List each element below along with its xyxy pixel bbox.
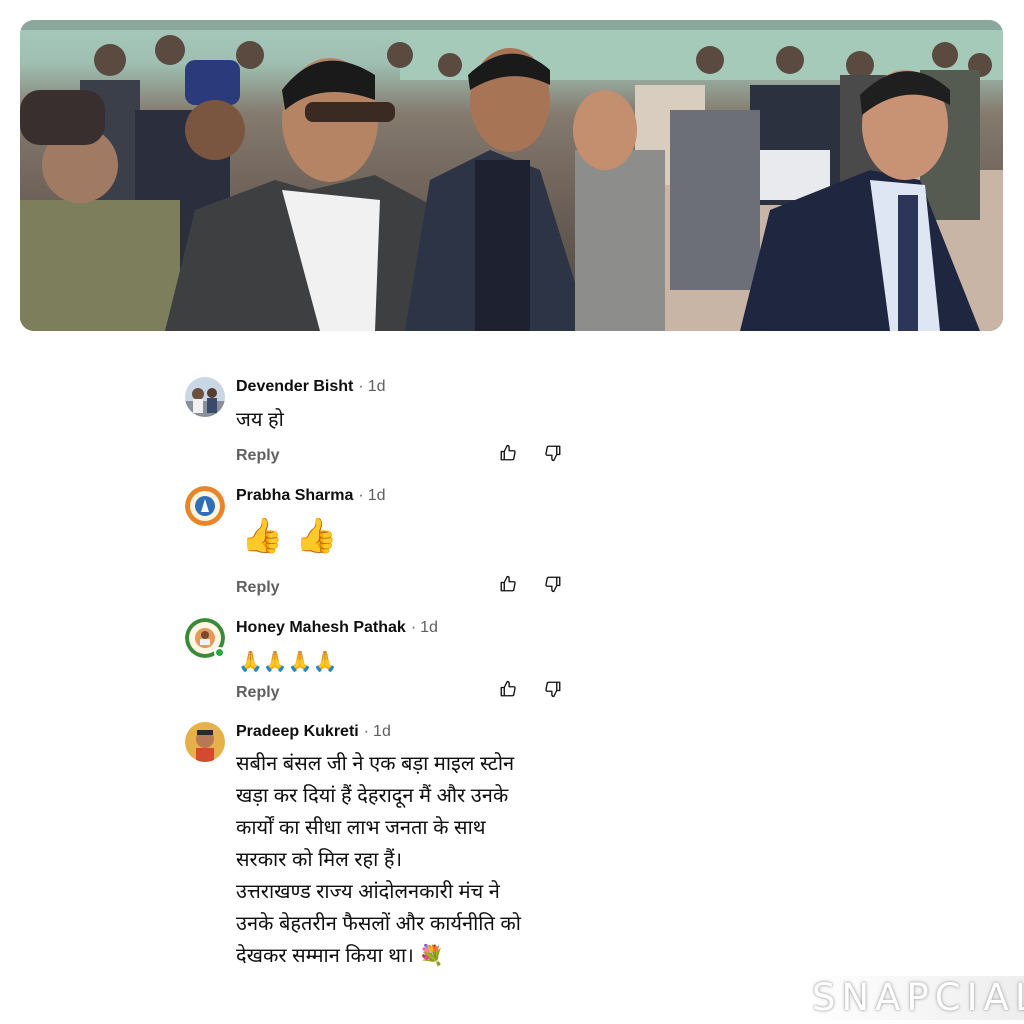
comment-header: Prabha Sharma · 1d <box>236 486 386 506</box>
comment-text: सबीन बंसल जी ने एक बड़ा माइल स्टोन खड़ा … <box>236 748 521 972</box>
thumbs-down-icon[interactable] <box>544 575 562 593</box>
avatar[interactable] <box>185 486 225 526</box>
author-name[interactable]: Prabha Sharma <box>236 487 353 504</box>
comment-item: Devender Bisht · 1d जय हो Reply <box>185 377 585 472</box>
separator: · <box>358 487 364 504</box>
comment-header: Devender Bisht · 1d <box>236 377 386 397</box>
reply-button[interactable]: Reply <box>236 579 280 597</box>
comment-text: 🙏🙏🙏🙏 <box>238 651 338 673</box>
comment-time: 1d <box>420 619 438 636</box>
avatar[interactable] <box>185 377 225 417</box>
comment-item: Pradeep Kukreti · 1d सबीन बंसल जी ने एक बड… <box>185 722 585 982</box>
comment-text: जय हो <box>236 409 284 431</box>
author-name[interactable]: Devender Bisht <box>236 378 353 395</box>
comment-item: Prabha Sharma · 1d 👍👍 Reply <box>185 486 585 596</box>
post-photo[interactable] <box>20 20 1003 331</box>
comment-item: Honey Mahesh Pathak · 1d 🙏🙏🙏🙏 Reply <box>185 618 585 708</box>
comment-line: देखकर सम्मान किया था। 💐 <box>236 945 445 967</box>
separator: · <box>410 619 417 636</box>
comment-time: 1d <box>367 487 386 504</box>
comment-time: 1d <box>373 723 391 740</box>
crowd-photo-illustration <box>20 20 1003 331</box>
comment-line: सबीन बंसल जी ने एक बड़ा माइल स्टोन <box>236 753 515 775</box>
thumbs-down-icon[interactable] <box>544 680 562 698</box>
comment-line: सरकार को मिल रहा हैं। <box>236 849 403 871</box>
watermark: SNAPCIAL <box>806 976 1024 1020</box>
thumbs-up-icon[interactable] <box>499 444 517 462</box>
comment-line: खड़ा कर दियां हैं देहरादून मैं और उनके <box>236 785 509 807</box>
author-name[interactable]: Pradeep Kukreti <box>236 723 359 740</box>
reply-button[interactable]: Reply <box>236 447 280 465</box>
profile-photo-icon <box>185 377 225 417</box>
comment-line: कार्यों का सीधा लाभ जनता के साथ <box>236 817 486 839</box>
comment-line: उत्तराखण्ड राज्य आंदोलनकारी मंच ने <box>236 881 500 903</box>
thumbs-up-icon[interactable] <box>499 680 517 698</box>
avatar[interactable] <box>185 722 225 762</box>
comment-time: 1d <box>367 378 386 395</box>
comment-header: Pradeep Kukreti · 1d <box>236 722 391 742</box>
comment-line: उनके बेहतरीन फैसलों और कार्यनीति को <box>236 913 521 935</box>
thumbs-up-icon[interactable] <box>499 575 517 593</box>
reply-button[interactable]: Reply <box>236 684 280 702</box>
thumbs-down-icon[interactable] <box>544 444 562 462</box>
online-status-dot <box>214 647 225 658</box>
separator: · <box>363 723 370 740</box>
comment-header: Honey Mahesh Pathak · 1d <box>236 618 438 638</box>
comment-text: 👍👍 <box>241 517 350 555</box>
separator: · <box>358 378 364 395</box>
emblem-badge-icon <box>185 486 225 526</box>
author-name[interactable]: Honey Mahesh Pathak <box>236 619 406 636</box>
profile-photo-icon <box>185 722 225 762</box>
